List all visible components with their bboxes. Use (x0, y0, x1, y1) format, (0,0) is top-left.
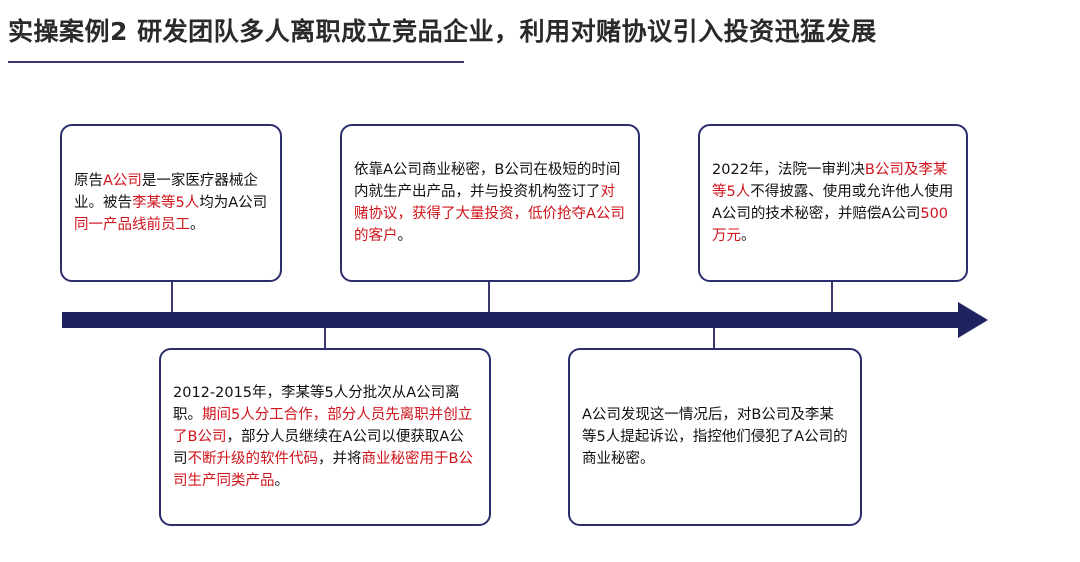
event-card-3: 依靠A公司商业秘密，B公司在极短的时间内就生产出产品，并与投资机构签订了对赌协议… (340, 124, 640, 282)
timeline-arrow-icon (958, 302, 988, 338)
event-text-segment: 2022年，法院一审判决 (712, 162, 865, 178)
event-card-1: 原告A公司是一家医疗器械企业。被告李某等5人均为A公司同一产品线前员工。 (60, 124, 282, 282)
event-text-segment: A公司发现这一情况后，对B公司及李某等5人提起诉讼，指控他们侵犯了A公司的商业秘… (582, 407, 848, 467)
event-text-segment: 。 (397, 228, 413, 244)
event-text-2: 2012-2015年，李某等5人分批次从A公司离职。期间5人分工合作，部分人员先… (173, 382, 477, 492)
highlighted-text: 不断升级的软件代码 (187, 451, 319, 467)
event-card-5: 2022年，法院一审判决B公司及李某等5人不得披露、使用或允许他人使用A公司的技… (698, 124, 968, 282)
title-underline (8, 61, 464, 63)
event-text-1: 原告A公司是一家医疗器械企业。被告李某等5人均为A公司同一产品线前员工。 (74, 170, 268, 236)
highlighted-text: 同一产品线前员工 (74, 217, 190, 233)
connector-event-3 (488, 282, 490, 312)
event-text-segment: 。 (274, 473, 290, 489)
event-card-2: 2012-2015年，李某等5人分批次从A公司离职。期间5人分工合作，部分人员先… (159, 348, 491, 526)
highlighted-text: 李某等5人 (132, 195, 200, 211)
event-text-segment: 。 (190, 217, 205, 233)
event-text-segment: ，并将 (318, 451, 362, 467)
event-card-4: A公司发现这一情况后，对B公司及李某等5人提起诉讼，指控他们侵犯了A公司的商业秘… (568, 348, 862, 526)
event-text-4: A公司发现这一情况后，对B公司及李某等5人提起诉讼，指控他们侵犯了A公司的商业秘… (582, 404, 848, 470)
timeline-bar (62, 312, 962, 328)
connector-event-1 (171, 282, 173, 312)
highlighted-text: A公司 (103, 173, 142, 189)
event-text-5: 2022年，法院一审判决B公司及李某等5人不得披露、使用或允许他人使用A公司的技… (712, 159, 954, 247)
event-text-segment: 原告 (74, 173, 103, 189)
event-text-segment: 。 (741, 228, 756, 244)
connector-event-2 (324, 328, 326, 350)
event-text-3: 依靠A公司商业秘密，B公司在极短的时间内就生产出产品，并与投资机构签订了对赌协议… (354, 159, 626, 247)
event-text-segment: 依靠A公司商业秘密，B公司在极短的时间内就生产出产品，并与投资机构签订了 (354, 162, 621, 200)
connector-event-5 (831, 282, 833, 312)
page-title: 实操案例2 研发团队多人离职成立竞品企业，利用对赌协议引入投资迅猛发展 (8, 17, 877, 46)
event-text-segment: 均为A公司 (199, 195, 268, 211)
connector-event-4 (713, 328, 715, 350)
